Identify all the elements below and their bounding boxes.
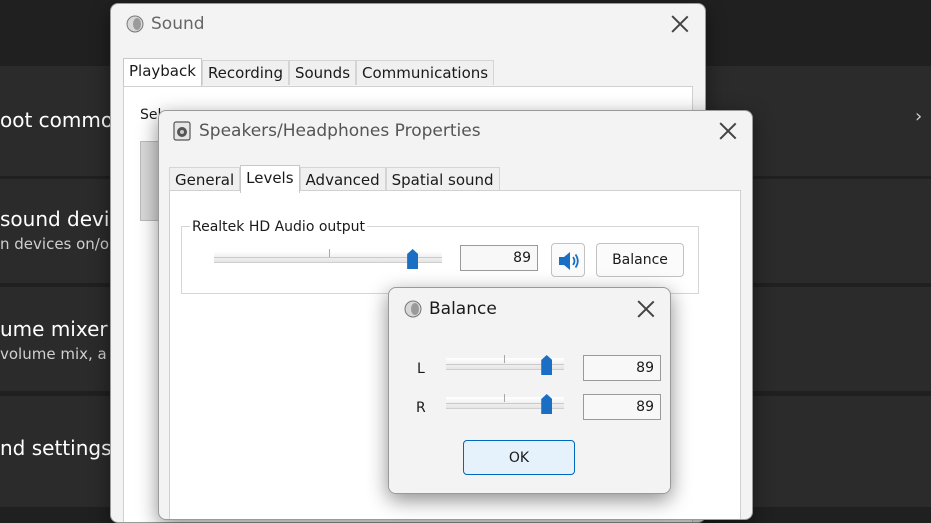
speaker-volume-icon	[559, 252, 579, 270]
balance-dialog: Balance L 89 R 89 OK	[388, 287, 671, 494]
tab-playback[interactable]: Playback	[123, 58, 202, 86]
tab-recording[interactable]: Recording	[201, 60, 289, 85]
tab-levels[interactable]: Levels	[240, 165, 300, 193]
speaker-icon	[173, 121, 191, 141]
close-icon[interactable]	[669, 13, 691, 35]
tab-bar: Playback Recording Sounds Communications	[123, 58, 495, 86]
left-balance-value[interactable]: 89	[583, 355, 661, 381]
settings-row-title: oot common	[0, 108, 126, 132]
chevron-right-icon: ›	[915, 106, 923, 127]
settings-row-title: ume mixer	[0, 317, 108, 341]
settings-row-subtitle: volume mix, a	[0, 345, 107, 363]
left-balance-slider[interactable]	[446, 352, 564, 378]
window-title: Balance	[429, 299, 497, 319]
close-icon[interactable]	[717, 120, 739, 142]
tab-sounds[interactable]: Sounds	[288, 60, 357, 85]
tab-bar: General Levels Advanced Spatial sound	[169, 165, 500, 193]
slider-tick	[329, 249, 330, 257]
balance-button[interactable]: Balance	[596, 243, 684, 277]
tab-communications[interactable]: Communications	[356, 60, 495, 85]
tab-general[interactable]: General	[169, 167, 241, 192]
ok-button[interactable]: OK	[463, 440, 575, 475]
close-icon[interactable]	[635, 298, 657, 320]
right-balance-value[interactable]: 89	[583, 394, 661, 420]
tab-advanced[interactable]: Advanced	[299, 167, 386, 192]
volume-slider[interactable]	[214, 247, 442, 271]
speaker-icon	[126, 15, 144, 33]
mute-button[interactable]	[551, 243, 585, 277]
left-channel-label: L	[417, 361, 425, 377]
window-title: Sound	[151, 14, 205, 34]
window-title: Speakers/Headphones Properties	[199, 121, 481, 141]
volume-value[interactable]: 89	[460, 245, 538, 271]
right-balance-slider[interactable]	[446, 391, 564, 417]
slider-tick	[504, 355, 505, 363]
right-channel-label: R	[416, 400, 426, 416]
speaker-icon	[404, 300, 422, 318]
settings-row-subtitle: n devices on/o	[0, 235, 110, 253]
dialog-body: L 89 R 89 OK	[389, 334, 670, 493]
settings-row-title: nd settings	[0, 436, 112, 460]
device-label: Realtek HD Audio output	[190, 219, 368, 235]
tab-spatial-sound[interactable]: Spatial sound	[385, 167, 500, 192]
slider-tick	[504, 394, 505, 402]
